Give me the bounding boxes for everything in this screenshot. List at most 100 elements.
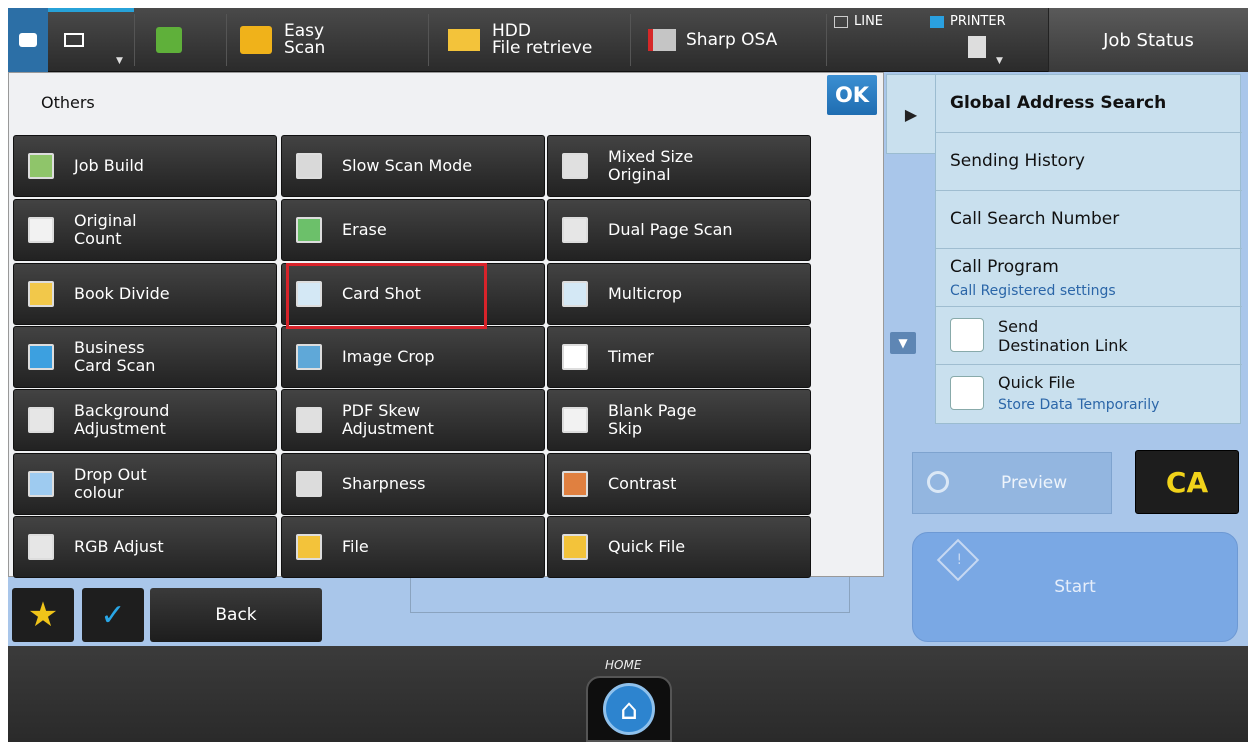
drop-out-colour-button[interactable]: Drop Out colour xyxy=(13,453,277,515)
easy-scan-button[interactable]: Easy Scan xyxy=(240,8,420,72)
call-program-item[interactable]: Call Program Call Registered settings xyxy=(936,249,1242,307)
pdf-skew-icon xyxy=(296,407,322,433)
line-status-icon xyxy=(834,15,848,28)
background-icon xyxy=(28,407,54,433)
send-link-checkbox[interactable] xyxy=(950,318,984,352)
chevron-down-icon: ▼ xyxy=(996,56,1003,66)
printer-indicator[interactable]: PRINTER xyxy=(930,14,1006,29)
quick-file-checkbox[interactable] xyxy=(950,376,984,410)
line-indicator: LINE xyxy=(834,14,883,29)
call-program-sublabel: Call Registered settings xyxy=(950,283,1116,299)
erase-button[interactable]: Erase xyxy=(281,199,545,261)
star-icon: ★ xyxy=(27,595,59,635)
timer-button[interactable]: Timer xyxy=(547,326,811,388)
option-label: Job Build xyxy=(74,156,144,175)
envelope-icon xyxy=(64,33,84,47)
easy-scan-icon xyxy=(240,26,272,54)
folder-arrow-icon xyxy=(448,29,480,51)
home-button[interactable]: ⌂ xyxy=(586,676,672,742)
business-card-scan-button[interactable]: Business Card Scan xyxy=(13,326,277,388)
clear-all-button[interactable]: CA xyxy=(1135,450,1239,514)
image-crop-button[interactable]: Image Crop xyxy=(281,326,545,388)
sending-history-item[interactable]: Sending History xyxy=(936,133,1242,191)
option-label: Dual Page Scan xyxy=(608,220,733,239)
hdd-label: HDD File retrieve xyxy=(492,21,593,58)
global-address-search-item[interactable]: Global Address Search xyxy=(936,75,1242,133)
option-label: File xyxy=(342,537,369,556)
contrast-button[interactable]: Contrast xyxy=(547,453,811,515)
quick-file-icon xyxy=(562,534,588,560)
hdd-file-retrieve-button[interactable]: HDD File retrieve xyxy=(448,8,628,72)
option-label: Drop Out colour xyxy=(74,465,147,502)
folder-icon xyxy=(296,534,322,560)
scroll-down-button[interactable]: ▼ xyxy=(890,332,916,354)
quick-file-button[interactable]: Quick File xyxy=(547,516,811,578)
book-divide-button[interactable]: Book Divide xyxy=(13,263,277,325)
back-button[interactable]: Back xyxy=(150,588,322,642)
sharp-osa-label: Sharp OSA xyxy=(686,29,778,50)
job-status-button[interactable]: Job Status xyxy=(1048,8,1248,72)
file-button[interactable]: File xyxy=(281,516,545,578)
quick-file-item[interactable]: Quick File Store Data Temporarily xyxy=(936,365,1242,423)
copy-mode-button[interactable] xyxy=(156,8,182,72)
timer-icon xyxy=(562,344,588,370)
option-label: RGB Adjust xyxy=(74,537,164,556)
start-diamond-icon: ! xyxy=(936,538,980,582)
job-build-button[interactable]: Job Build xyxy=(13,135,277,197)
option-label: PDF Skew Adjustment xyxy=(342,401,434,438)
quick-file-label: Quick File xyxy=(998,373,1076,392)
mail-mode-button[interactable]: ▼ xyxy=(48,8,134,72)
business-card-icon xyxy=(28,344,54,370)
multicrop-button[interactable]: Multicrop xyxy=(547,263,811,325)
blank-page-icon xyxy=(562,407,588,433)
mixed-size-original-button[interactable]: Mixed Size Original xyxy=(547,135,811,197)
option-label: Mixed Size Original xyxy=(608,147,694,184)
sharp-osa-button[interactable]: Sharp OSA xyxy=(648,8,818,72)
blank-page-skip-button[interactable]: Blank Page Skip xyxy=(547,389,811,451)
option-label: Slow Scan Mode xyxy=(342,156,473,175)
popup-title: Others xyxy=(41,93,95,112)
contrast-icon xyxy=(562,471,588,497)
start-button[interactable]: ! Start xyxy=(912,532,1238,642)
confirm-check-button[interactable]: ✓ xyxy=(82,588,144,642)
option-label: Original Count xyxy=(74,211,137,248)
start-label: Start xyxy=(1054,577,1096,597)
easy-scan-label: Easy Scan xyxy=(284,21,326,58)
printer-icon xyxy=(968,36,986,58)
job-build-icon xyxy=(28,153,54,179)
pdf-skew-adjustment-button[interactable]: PDF Skew Adjustment xyxy=(281,389,545,451)
option-label: Contrast xyxy=(608,474,677,493)
speech-bubble-icon xyxy=(19,33,37,47)
ok-button[interactable]: OK xyxy=(827,75,877,115)
favorite-star-button[interactable]: ★ xyxy=(12,588,74,642)
option-label: Business Card Scan xyxy=(74,338,156,375)
printer-status-icon xyxy=(930,15,944,28)
option-label: Background Adjustment xyxy=(74,401,170,438)
call-search-number-item[interactable]: Call Search Number xyxy=(936,191,1242,249)
option-label: Quick File xyxy=(608,537,686,556)
message-button[interactable] xyxy=(8,8,48,72)
line-label: LINE xyxy=(854,14,884,29)
drop-out-icon xyxy=(28,471,54,497)
preview-label: Preview xyxy=(1001,473,1068,493)
slow-scan-icon xyxy=(296,153,322,179)
slow-scan-mode-button[interactable]: Slow Scan Mode xyxy=(281,135,545,197)
sharpness-button[interactable]: Sharpness xyxy=(281,453,545,515)
dual-page-scan-button[interactable]: Dual Page Scan xyxy=(547,199,811,261)
background-adjustment-button[interactable]: Background Adjustment xyxy=(13,389,277,451)
home-label: HOME xyxy=(605,658,642,672)
home-icon: ⌂ xyxy=(603,683,655,735)
panel-toggle-button[interactable]: ▶ xyxy=(886,74,936,154)
option-label: Book Divide xyxy=(74,284,170,303)
background-frame xyxy=(410,577,850,613)
preview-button[interactable]: Preview xyxy=(912,452,1112,514)
image-crop-icon xyxy=(296,344,322,370)
chevron-down-icon: ▼ xyxy=(116,56,123,66)
original-count-button[interactable]: Original Count xyxy=(13,199,277,261)
option-label: Erase xyxy=(342,220,387,239)
option-label: Multicrop xyxy=(608,284,683,303)
send-destination-link-item[interactable]: Send Destination Link xyxy=(936,307,1242,365)
rgb-adjust-button[interactable]: RGB Adjust xyxy=(13,516,277,578)
sharp-osa-icon xyxy=(648,29,676,51)
sending-history-label: Sending History xyxy=(950,151,1085,171)
